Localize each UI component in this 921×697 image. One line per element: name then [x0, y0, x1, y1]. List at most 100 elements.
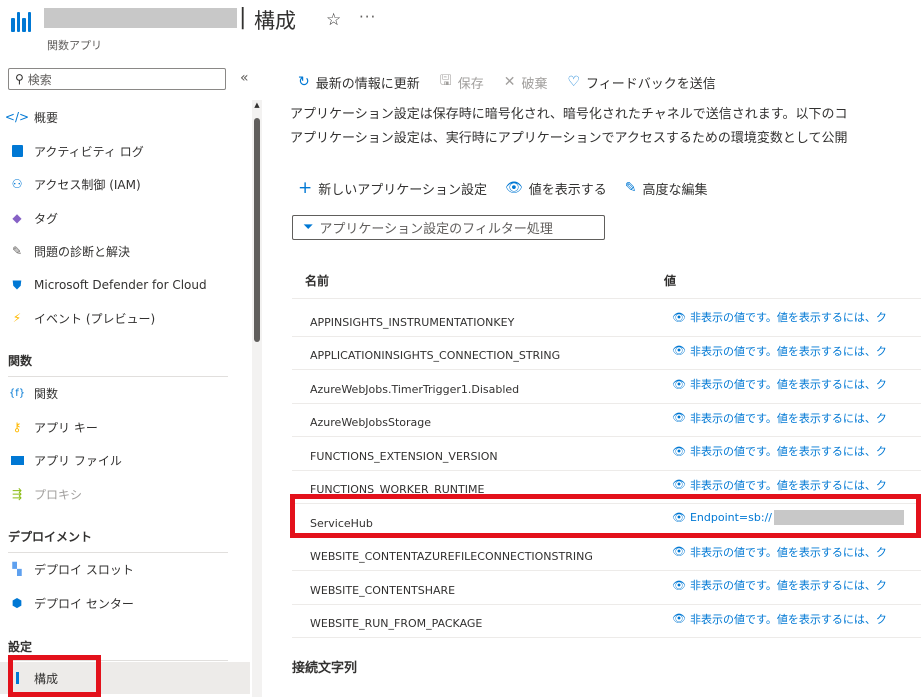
search-placeholder: 検索 [27, 72, 52, 87]
hidden-value-text: 非表示の値です。値を表示するには、ク [689, 612, 887, 626]
setting-value[interactable]: 👁 非表示の値です。値を表示するには、ク [672, 611, 887, 627]
scrollbar-thumb[interactable] [254, 118, 260, 342]
sidebar-item-label: 問題の診断と解決 [34, 244, 131, 259]
section-header-functions: 関数 [8, 354, 33, 368]
page-title: 構成 [254, 9, 296, 33]
sidebar-item-deployment-slots[interactable]: ▚ デプロイ スロット [0, 553, 250, 585]
sidebar-item-tags[interactable]: ◆ タグ [0, 202, 250, 234]
save-label: 保存 [457, 76, 484, 92]
description-line-1: アプリケーション設定は保存時に暗号化され、暗号化されたチャネルで送信されます。以… [290, 107, 848, 122]
sidebar-item-events[interactable]: ⚡ イベント (プレビュー) [0, 302, 250, 334]
sidebar-item-proxies[interactable]: ⇶ プロキシ [0, 478, 250, 510]
sidebar-item-app-keys[interactable]: ⚷ アプリ キー [0, 411, 250, 443]
sidebar-item-deployment-center[interactable]: ⬢ デプロイ センター [0, 587, 250, 619]
filter-icon: ⏷ [303, 220, 314, 235]
setting-value[interactable]: 👁 非表示の値です。値を表示するには、ク [672, 376, 887, 392]
highlight-box-servicehub [290, 494, 921, 538]
table-row[interactable]: WEBSITE_CONTENTAZUREFILECONNECTIONSTRING… [292, 538, 921, 571]
show-values-button[interactable]: 👁 値を表示する [505, 179, 607, 198]
search-icon: ⚲ [15, 72, 24, 86]
key-icon: ⚷ [12, 420, 22, 434]
new-setting-label: 新しいアプリケーション設定 [318, 182, 487, 198]
setting-value[interactable]: 👁 非表示の値です。値を表示するには、ク [672, 443, 887, 459]
sidebar-item-diagnose[interactable]: ✎ 問題の診断と解決 [0, 235, 250, 267]
iam-icon: ⚇ [11, 177, 23, 191]
overview-icon: </> [4, 110, 30, 124]
sidebar-item-activity-log[interactable]: アクティビティ ログ [0, 135, 250, 167]
table-row[interactable]: APPLICATIONINSIGHTS_CONNECTION_STRING 👁 非… [292, 337, 921, 370]
defender-icon: ⛊ [12, 277, 22, 292]
save-button[interactable]: 🖫 保存 [440, 70, 484, 94]
title-separator: | [239, 5, 247, 30]
sidebar: ⚲ 検索 « </> 概要 アクティビティ ログ ⚇ アクセス制御 (IAM) … [0, 60, 262, 697]
setting-value[interactable]: 👁 非表示の値です。値を表示するには、ク [672, 577, 887, 593]
setting-value[interactable]: 👁 非表示の値です。値を表示するには、ク [672, 477, 887, 493]
hidden-value-text: 非表示の値です。値を表示するには、ク [689, 378, 887, 391]
table-row[interactable]: AzureWebJobsStorage 👁 非表示の値です。値を表示するには、ク [292, 404, 921, 437]
sidebar-item-app-files[interactable]: アプリ ファイル [0, 444, 250, 476]
discard-button[interactable]: ✕ 破棄 [504, 73, 548, 92]
table-row[interactable]: APPINSIGHTS_INSTRUMENTATIONKEY 👁 非表示の値です。… [292, 303, 921, 337]
sidebar-item-functions[interactable]: {f} 関数 [0, 377, 250, 409]
sidebar-item-defender[interactable]: ⛊ Microsoft Defender for Cloud [0, 269, 250, 301]
column-header-name: 名前 [305, 274, 330, 288]
sidebar-item-iam[interactable]: ⚇ アクセス制御 (IAM) [0, 168, 250, 200]
column-header-value: 値 [664, 274, 677, 288]
setting-name: WEBSITE_CONTENTAZUREFILECONNECTIONSTRING [310, 550, 593, 563]
section-header-deployment: デプロイメント [8, 530, 93, 544]
advanced-edit-button[interactable]: ✎ 高度な編集 [625, 179, 708, 198]
function-icon: {f} [8, 387, 26, 399]
eye-icon: 👁 [672, 478, 686, 491]
more-options-icon[interactable]: ··· [359, 8, 376, 26]
favorite-star-icon[interactable]: ☆ [326, 10, 341, 30]
sidebar-item-label: アクティビティ ログ [34, 144, 144, 159]
app-files-icon [8, 452, 26, 468]
setting-name: AzureWebJobs.TimerTrigger1.Disabled [310, 382, 520, 396]
new-setting-button[interactable]: + 新しいアプリケーション設定 [298, 178, 487, 198]
hidden-value-text: 非表示の値です。値を表示するには、ク [689, 478, 887, 492]
deployment-center-icon: ⬢ [11, 596, 23, 610]
feedback-label: フィードバックを送信 [586, 76, 716, 92]
settings-actions: + 新しいアプリケーション設定 👁 値を表示する ✎ 高度な編集 [298, 178, 726, 198]
sidebar-item-label: デプロイ センター [34, 596, 134, 611]
table-row[interactable]: WEBSITE_CONTENTSHARE 👁 非表示の値です。値を表示するには、ク [292, 571, 921, 605]
setting-value[interactable]: 👁 非表示の値です。値を表示するには、ク [672, 410, 887, 426]
table-header-divider [292, 298, 921, 299]
proxy-icon: ⇶ [11, 487, 23, 501]
sidebar-item-label: デプロイ スロット [34, 562, 134, 577]
table-row[interactable]: WEBSITE_RUN_FROM_PACKAGE 👁 非表示の値です。値を表示する… [292, 605, 921, 638]
hidden-value-text: 非表示の値です。値を表示するには、ク [689, 445, 887, 458]
setting-value[interactable]: 👁 非表示の値です。値を表示するには、ク [672, 343, 887, 359]
hidden-value-text: 非表示の値です。値を表示するには、ク [689, 411, 887, 425]
sidebar-item-label: アプリ ファイル [34, 453, 122, 468]
settings-filter-input[interactable]: ⏷ アプリケーション設定のフィルター処理 [292, 215, 605, 240]
sidebar-item-label: イベント (プレビュー) [34, 311, 156, 326]
setting-name: WEBSITE_CONTENTSHARE [310, 583, 456, 597]
collapse-sidebar-button[interactable]: « [240, 70, 249, 86]
setting-value[interactable]: 👁 非表示の値です。値を表示するには、ク [672, 309, 887, 325]
tag-icon: ◆ [12, 211, 22, 225]
setting-value[interactable]: 👁 非表示の値です。値を表示するには、ク [672, 544, 887, 560]
eye-icon: 👁 [505, 180, 523, 196]
refresh-button[interactable]: ↻ 最新の情報に更新 [298, 73, 420, 92]
eye-icon: 👁 [672, 545, 686, 558]
resource-type-subtitle: 関数アプリ [47, 39, 102, 52]
pencil-icon: ✎ [624, 180, 637, 196]
description-line-2: アプリケーション設定は、実行時にアプリケーションでアクセスするための環境変数とし… [290, 131, 848, 146]
sidebar-search-input[interactable]: ⚲ 検索 [8, 68, 226, 90]
sidebar-item-label: 概要 [34, 110, 59, 125]
table-row[interactable]: FUNCTIONS_EXTENSION_VERSION 👁 非表示の値です。値を表… [292, 437, 921, 471]
close-icon: ✕ [503, 74, 516, 90]
sidebar-item-overview[interactable]: </> 概要 [0, 101, 250, 133]
hidden-value-text: 非表示の値です。値を表示するには、ク [689, 344, 887, 358]
scroll-up-arrow-icon[interactable]: ▲ [252, 100, 262, 110]
table-row[interactable]: AzureWebJobs.TimerTrigger1.Disabled 👁 非表示… [292, 370, 921, 404]
events-icon: ⚡ [12, 311, 22, 325]
discard-label: 破棄 [521, 76, 548, 92]
eye-icon: 👁 [672, 344, 686, 357]
hidden-value-text: 非表示の値です。値を表示するには、ク [689, 579, 887, 592]
highlight-box-configuration [8, 655, 101, 697]
sidebar-scrollbar[interactable]: ▲ [252, 100, 262, 697]
feedback-button[interactable]: ♡ フィードバックを送信 [567, 73, 715, 92]
sidebar-item-label: アクセス制御 (IAM) [34, 177, 141, 192]
